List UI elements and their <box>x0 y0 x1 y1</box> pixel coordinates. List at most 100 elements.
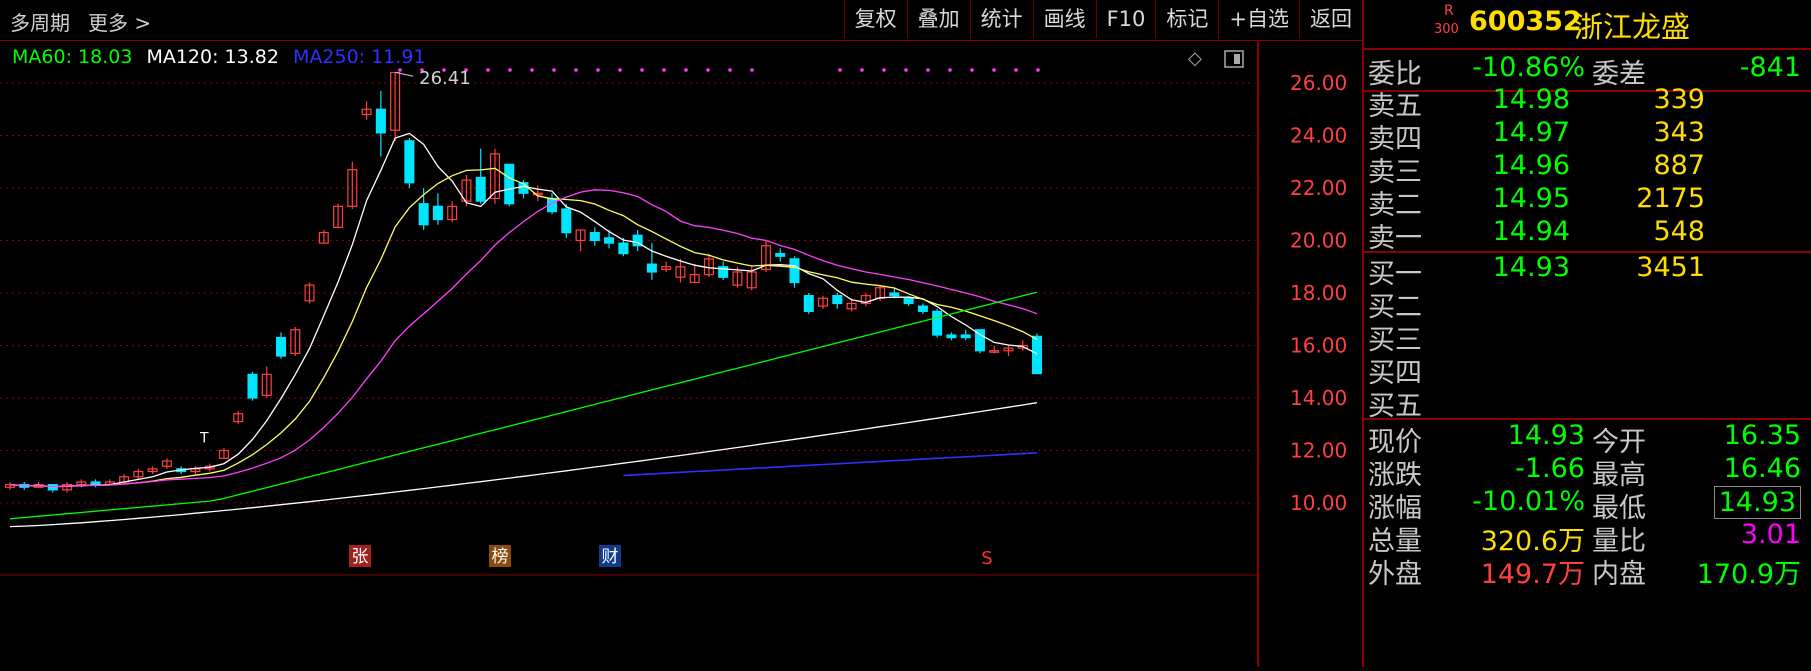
weibi-row: 委比 -10.86% 委差 -841 <box>1364 52 1811 90</box>
stat-value: -1.66 <box>1515 453 1585 484</box>
stat-value: 14.93 <box>1507 420 1585 451</box>
candle-body <box>404 140 415 184</box>
candle-body <box>960 334 971 339</box>
stat-value: 16.46 <box>1723 453 1801 484</box>
y-tick-label: 24.00 <box>1290 124 1347 148</box>
candle-body <box>775 253 786 257</box>
f10-button[interactable]: F10 <box>1095 0 1156 38</box>
sell-marker: S <box>981 548 992 569</box>
quote-header: R 300 600352 浙江龙盛 <box>1364 0 1811 50</box>
candle-body <box>1031 335 1043 375</box>
candle-body <box>561 208 572 234</box>
candle-body <box>932 310 943 336</box>
candle-body <box>475 176 486 202</box>
candle-body <box>432 205 443 221</box>
candle-body <box>789 258 800 284</box>
stat-value: 16.35 <box>1723 420 1801 451</box>
bid-row: 买一 14.93 3451 <box>1364 252 1811 290</box>
candle-body <box>375 108 386 134</box>
mark-button[interactable]: 标记 <box>1155 0 1218 38</box>
ask-row: 卖四 14.97 343 <box>1364 117 1811 155</box>
stat-row: 涨幅 -10.01% 最低 14.93 <box>1364 486 1811 524</box>
candle-body <box>589 232 600 242</box>
ask-row: 卖二 14.95 2175 <box>1364 183 1811 221</box>
candle-body <box>946 334 957 339</box>
bid-row: 买四 <box>1364 351 1811 389</box>
overlay-button[interactable]: 叠加 <box>906 0 970 38</box>
ma120-line <box>9 402 1038 528</box>
diamond-icon[interactable]: ◇ <box>1188 50 1206 68</box>
signal-dot <box>904 68 908 72</box>
candle-body <box>803 295 814 312</box>
high-pointer <box>395 71 414 77</box>
signal-dot <box>486 68 490 72</box>
more-button[interactable]: 更多 > <box>88 7 151 36</box>
ma60-line <box>9 291 1038 520</box>
y-tick-label: 22.00 <box>1290 176 1347 200</box>
back-button[interactable]: 返回 <box>1299 0 1362 38</box>
draw-line-button[interactable]: 画线 <box>1032 0 1096 38</box>
ask-price: 14.98 <box>1492 84 1570 115</box>
ask-volume: 339 <box>1653 84 1705 115</box>
signal-dot <box>838 68 842 72</box>
signal-dot <box>992 68 996 72</box>
ma250-line <box>623 452 1038 477</box>
y-tick-label: 18.00 <box>1290 281 1347 305</box>
stat-value: 3.01 <box>1740 519 1801 550</box>
candle-body <box>917 305 928 312</box>
stat-value: 170.9万 <box>1696 559 1801 590</box>
r-badge: R <box>1444 3 1454 19</box>
signal-dot <box>552 68 556 72</box>
signal-dot <box>1014 68 1018 72</box>
ask-price: 14.95 <box>1492 183 1570 214</box>
candle-body <box>832 295 843 305</box>
y-tick-label: 20.00 <box>1290 229 1347 253</box>
window-icon[interactable] <box>1224 50 1244 68</box>
signal-dot <box>750 68 754 72</box>
stat-value: 149.7万 <box>1480 559 1585 590</box>
period-menu: 多周期 更多 > <box>10 7 151 36</box>
y-tick-label: 12.00 <box>1290 439 1347 463</box>
signal-dot <box>882 68 886 72</box>
signal-dot <box>970 68 974 72</box>
y-tick-label: 10.00 <box>1290 491 1347 515</box>
candle-body <box>889 292 900 297</box>
event-marker-label: 财 <box>602 547 619 567</box>
ask-price: 14.97 <box>1492 117 1570 148</box>
signal-dot <box>530 68 534 72</box>
ma10-line <box>9 167 1038 488</box>
signal-dot <box>860 68 864 72</box>
stat-row: 现价 14.93 今开 16.35 <box>1364 420 1811 458</box>
kline-chart[interactable]: 26.00 24.00 22.00 20.00 18.00 16.00 14.00 12.00… <box>0 40 1362 667</box>
candle-body <box>504 163 515 205</box>
weicha-value: -841 <box>1739 52 1801 83</box>
multi-period-button[interactable]: 多周期 <box>10 7 70 36</box>
event-marker-label: 张 <box>352 547 369 567</box>
bid-volume: 3451 <box>1636 252 1705 283</box>
signal-dot <box>684 68 688 72</box>
bid-row: 买五 <box>1364 384 1811 422</box>
candle-body <box>618 242 629 255</box>
candle-body <box>275 337 287 357</box>
index-badge: 300 <box>1434 22 1459 37</box>
stat-label: 内盘 <box>1592 559 1646 590</box>
statistics-button[interactable]: 统计 <box>969 0 1033 38</box>
y-tick-label: 14.00 <box>1290 386 1347 410</box>
signal-dot <box>926 68 930 72</box>
y-tick-label: 16.00 <box>1290 334 1347 358</box>
fuquan-button[interactable]: 复权 <box>843 0 907 38</box>
ask-volume: 343 <box>1653 117 1705 148</box>
ma250-label: MA250: 11.91 <box>293 46 426 68</box>
add-watchlist-button[interactable]: +自选 <box>1218 0 1299 38</box>
signal-dot <box>640 68 644 72</box>
candle-body <box>418 203 429 226</box>
signal-dot <box>508 68 512 72</box>
stat-value: 14.93 <box>1713 486 1801 519</box>
event-marker-label: 榜 <box>492 547 509 567</box>
ask-price: 14.96 <box>1492 150 1570 181</box>
stock-code: 600352 <box>1469 6 1582 37</box>
high-annotation: 26.41 <box>419 68 471 89</box>
ma60-label: MA60: 18.03 <box>12 46 133 68</box>
candle-body <box>646 263 657 273</box>
bid-price: 14.93 <box>1492 252 1570 283</box>
